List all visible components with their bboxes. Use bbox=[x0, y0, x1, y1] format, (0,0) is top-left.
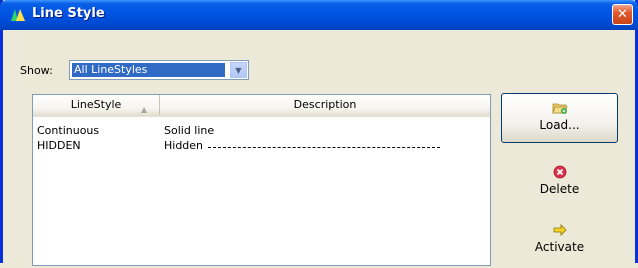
hidden-line-preview bbox=[208, 147, 440, 148]
column-header-label: Description bbox=[293, 98, 357, 111]
table-row[interactable]: Continuous Solid line bbox=[33, 124, 490, 138]
activate-button-label: Activate bbox=[534, 240, 585, 254]
activate-button[interactable]: Activate bbox=[501, 216, 618, 268]
folder-open-icon bbox=[551, 103, 568, 114]
linestyle-name: Continuous bbox=[37, 124, 100, 137]
close-button[interactable]: ✕ bbox=[612, 4, 633, 25]
line-style-dialog: Line Style ✕ Show: All LineStyles ▼ Line… bbox=[0, 0, 638, 266]
list-header: LineStyle ▲ Description bbox=[33, 95, 490, 117]
linestyle-description: Solid line bbox=[164, 124, 215, 137]
arrow-right-icon bbox=[553, 224, 567, 236]
linestyle-list[interactable]: LineStyle ▲ Description Continuous Solid… bbox=[32, 94, 491, 266]
show-label: Show: bbox=[20, 64, 53, 77]
delete-button-label: Delete bbox=[539, 182, 580, 196]
column-header-description[interactable]: Description bbox=[160, 95, 490, 115]
chevron-down-icon[interactable]: ▼ bbox=[230, 62, 247, 78]
close-icon: ✕ bbox=[617, 7, 628, 22]
load-button[interactable]: Load... bbox=[501, 93, 618, 143]
load-button-label: Load... bbox=[539, 118, 580, 132]
linestyle-description: Hidden bbox=[164, 139, 204, 152]
autocad-app-icon bbox=[11, 9, 25, 21]
column-header-linestyle[interactable]: LineStyle ▲ bbox=[33, 95, 160, 115]
show-filter-dropdown[interactable]: All LineStyles ▼ bbox=[69, 60, 249, 80]
delete-x-icon bbox=[553, 165, 566, 179]
show-filter-value: All LineStyles bbox=[72, 63, 225, 77]
sort-ascending-icon: ▲ bbox=[141, 105, 148, 114]
column-header-label: LineStyle bbox=[70, 98, 122, 111]
linestyle-name: HIDDEN bbox=[37, 139, 81, 152]
window-title: Line Style bbox=[32, 6, 105, 21]
table-row[interactable]: HIDDEN Hidden bbox=[33, 139, 490, 153]
title-bar[interactable]: Line Style ✕ bbox=[0, 0, 638, 30]
delete-button[interactable]: Delete bbox=[501, 158, 618, 210]
